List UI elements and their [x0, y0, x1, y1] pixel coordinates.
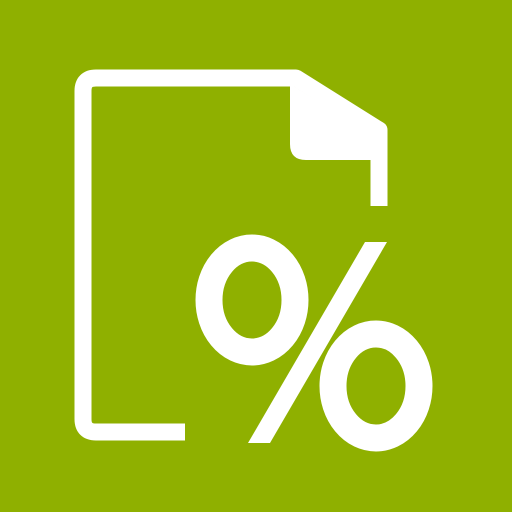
app-icon-tile: %	[0, 0, 512, 512]
document-percent-icon: %	[0, 0, 512, 512]
